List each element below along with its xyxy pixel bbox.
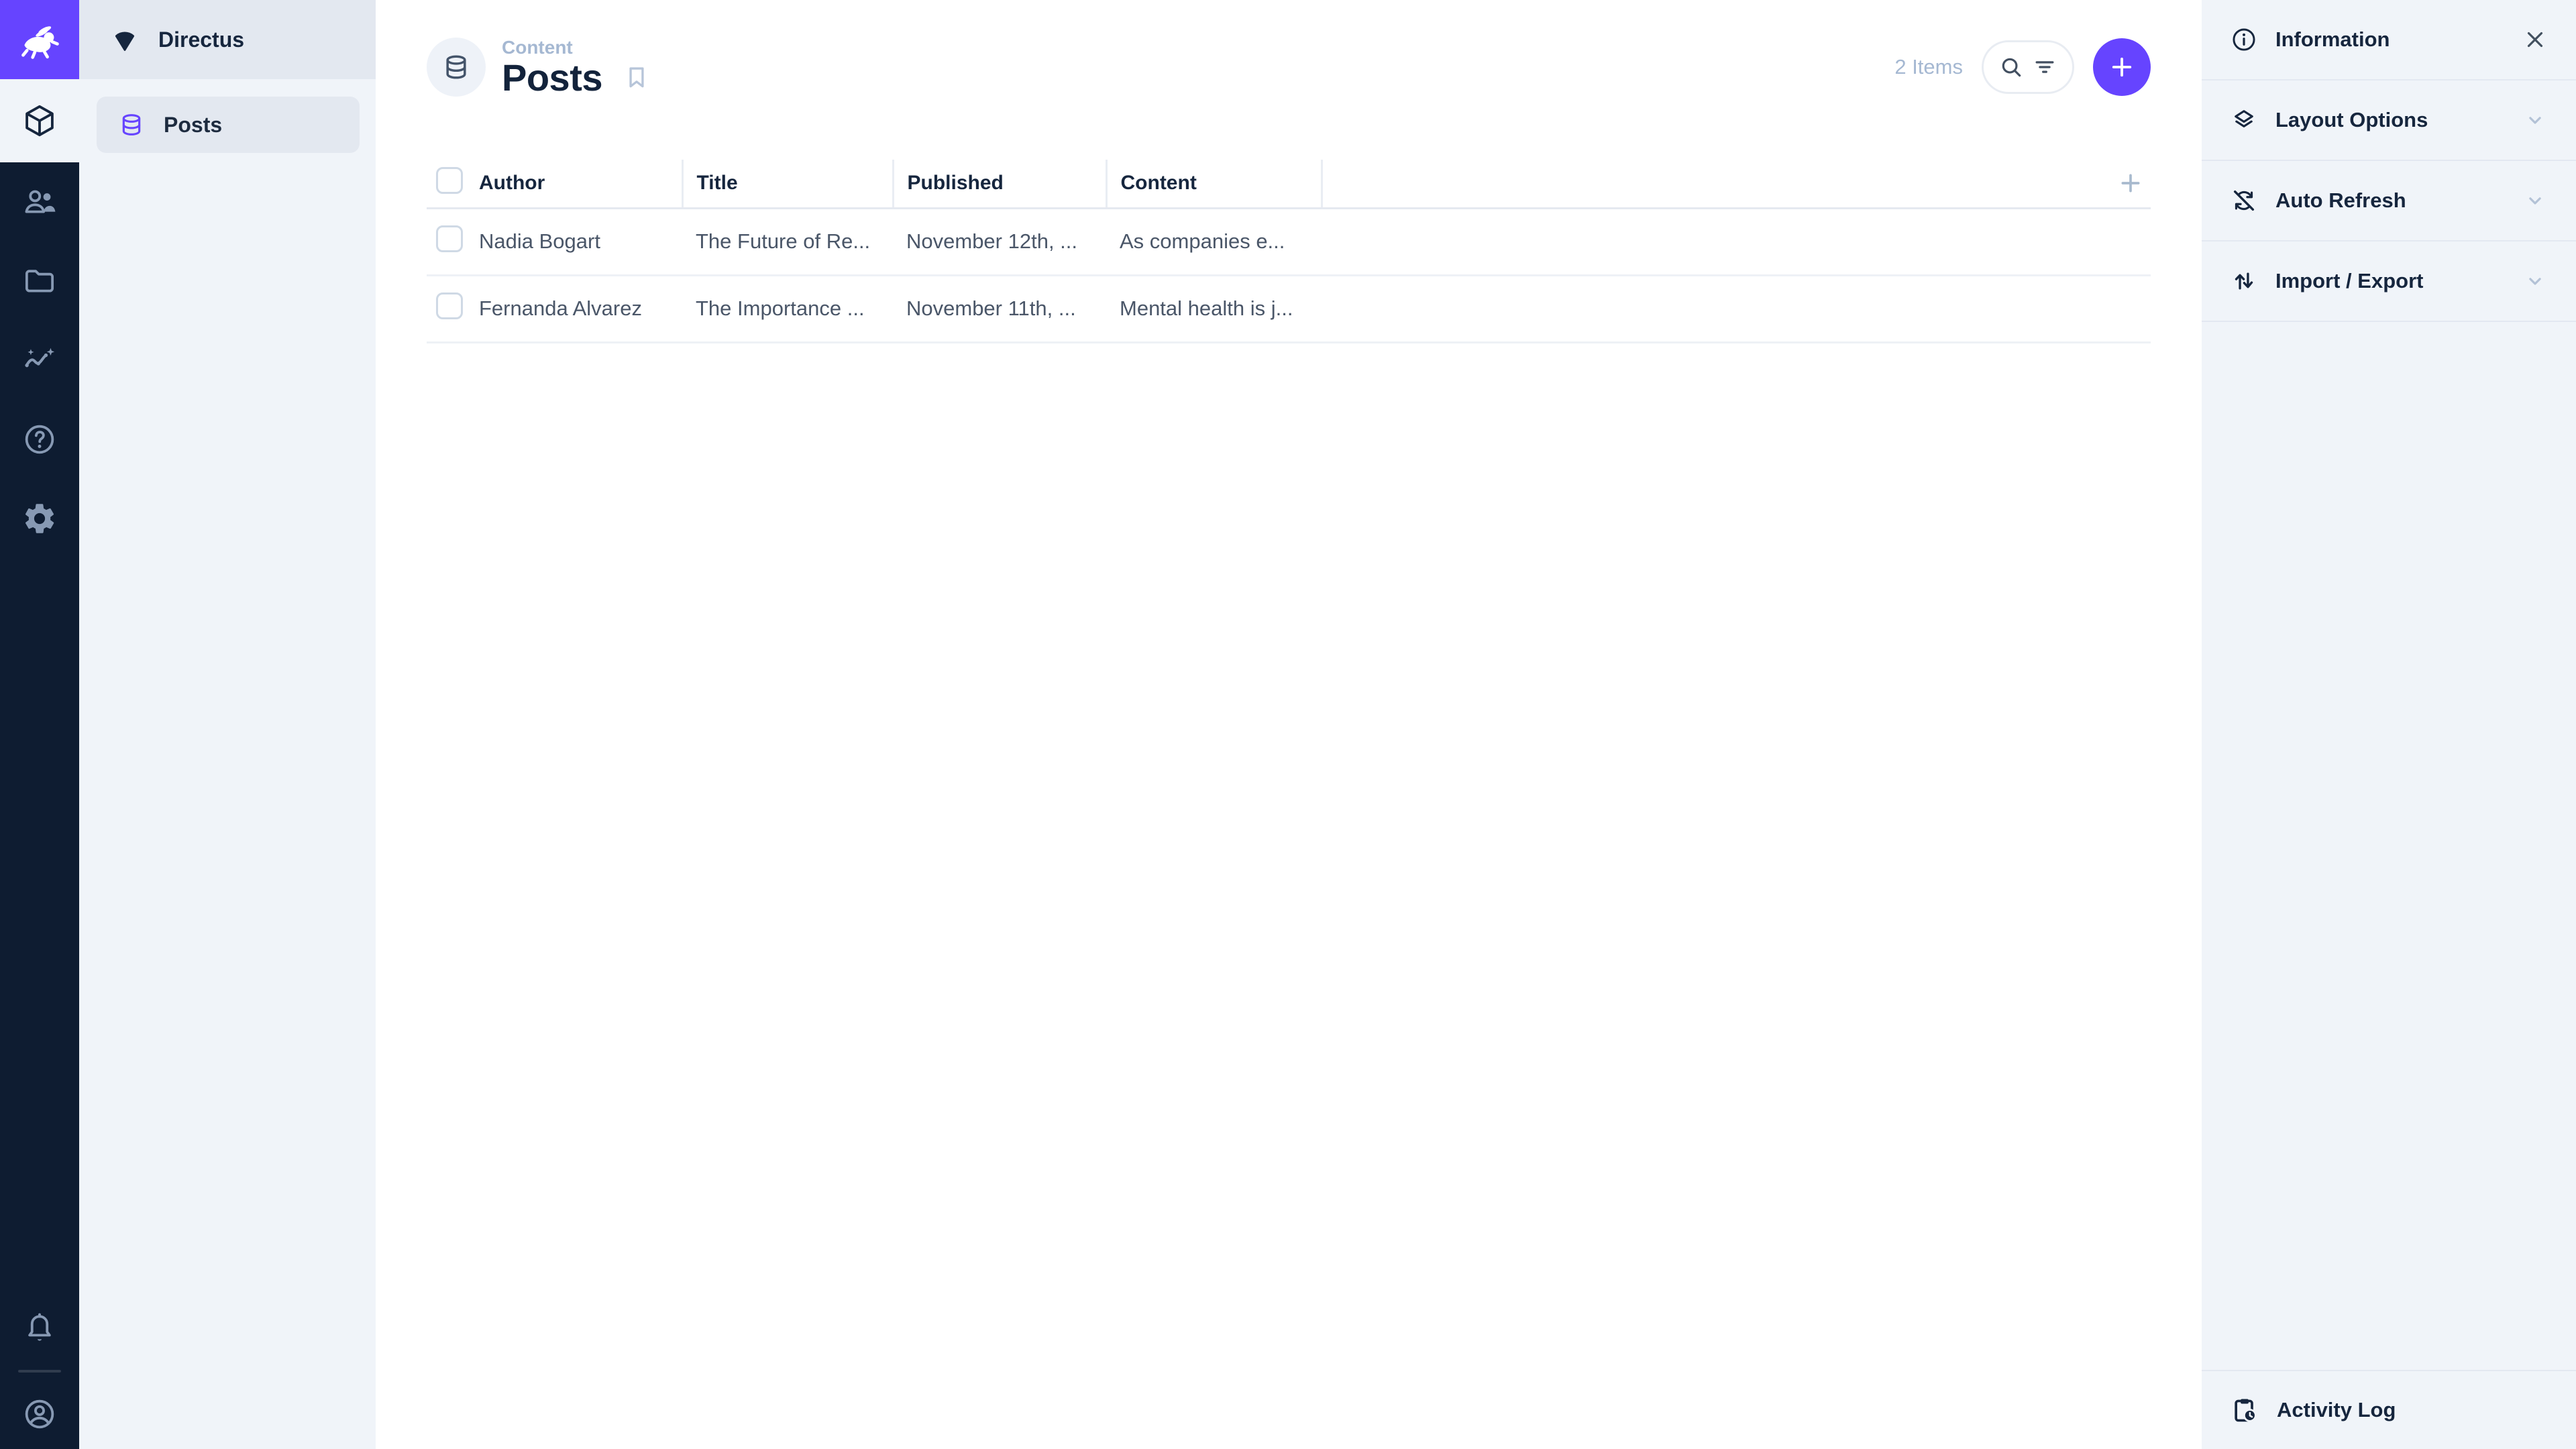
import-export-icon bbox=[2230, 267, 2258, 295]
column-header-content[interactable]: Content bbox=[1105, 160, 1322, 209]
activity-log-label: Activity Log bbox=[2277, 1398, 2396, 1421]
sidebar-section-auto-refresh[interactable]: Auto Refresh bbox=[2202, 161, 2576, 241]
chevron-down-icon bbox=[2522, 188, 2548, 213]
activity-log-button[interactable]: Activity Log bbox=[2202, 1370, 2576, 1449]
column-header-published[interactable]: Published bbox=[892, 160, 1106, 209]
help-icon bbox=[21, 421, 58, 458]
sidebar-section-import-export[interactable]: Import / Export bbox=[2202, 241, 2576, 322]
cell-author: Nadia Bogart bbox=[479, 208, 682, 276]
add-item-button[interactable] bbox=[2093, 38, 2151, 96]
close-sidebar-button[interactable] bbox=[2522, 27, 2548, 52]
nav-item-label: Posts bbox=[164, 112, 223, 137]
notifications-button[interactable] bbox=[0, 1293, 79, 1363]
cell-published: November 11th, ... bbox=[893, 275, 1106, 343]
table-row[interactable]: Fernanda Alvarez The Importance ... Novemb… bbox=[427, 275, 2151, 343]
chevron-down-icon[interactable] bbox=[2522, 268, 2548, 294]
row-checkbox[interactable] bbox=[436, 292, 463, 319]
items-table-wrap: Author Title Published Content Nadia Bog… bbox=[427, 160, 2151, 1449]
table-row[interactable]: Nadia Bogart The Future of Re... November … bbox=[427, 208, 2151, 276]
close-icon bbox=[2522, 27, 2548, 52]
column-header-title[interactable]: Title bbox=[681, 160, 893, 209]
select-all-checkbox[interactable] bbox=[436, 167, 463, 195]
project-fan-icon bbox=[110, 25, 140, 54]
people-icon bbox=[21, 184, 58, 220]
directus-app: Directus Posts Content Posts 2 Items Aut… bbox=[0, 0, 2576, 1449]
chevron-down-icon[interactable] bbox=[2522, 107, 2548, 133]
filter-icon[interactable] bbox=[2032, 54, 2057, 80]
module-content[interactable] bbox=[0, 79, 79, 162]
module-insights[interactable] bbox=[0, 321, 79, 400]
directus-logo[interactable] bbox=[0, 0, 79, 79]
cell-author: Fernanda Alvarez bbox=[479, 275, 682, 343]
database-icon bbox=[441, 52, 471, 82]
directus-rabbit-icon bbox=[19, 19, 60, 60]
sidebar-section-information[interactable]: Information bbox=[2202, 0, 2576, 80]
row-spacer-cell bbox=[1322, 208, 2151, 276]
nav-sidebar: Directus Posts bbox=[79, 0, 376, 1449]
folder-icon bbox=[21, 263, 58, 299]
module-files[interactable] bbox=[0, 241, 79, 321]
sidebar-section-layout-options[interactable]: Layout Options bbox=[2202, 80, 2576, 161]
info-sidebar: Information Layout Options Auto Refresh … bbox=[2202, 0, 2576, 1449]
activity-log-icon bbox=[2230, 1395, 2259, 1425]
gear-icon bbox=[21, 500, 58, 537]
row-checkbox-cell bbox=[427, 208, 479, 276]
cube-icon bbox=[21, 103, 58, 139]
account-button[interactable] bbox=[0, 1379, 79, 1449]
sidebar-section-label: Import / Export bbox=[2275, 269, 2424, 292]
search-icon[interactable] bbox=[1998, 54, 2024, 80]
sync-disabled-icon bbox=[2230, 186, 2258, 215]
page-header: Content Posts 2 Items bbox=[427, 36, 2151, 98]
row-spacer-cell bbox=[1322, 275, 2151, 343]
sidebar-section-label: Auto Refresh bbox=[2275, 189, 2406, 212]
chevron-down-icon bbox=[2522, 107, 2548, 133]
breadcrumb[interactable]: Content bbox=[502, 36, 602, 59]
page-title: Posts bbox=[502, 56, 603, 99]
plus-icon bbox=[2108, 53, 2136, 81]
info-icon bbox=[2230, 25, 2258, 54]
chevron-down-icon[interactable] bbox=[2522, 188, 2548, 213]
insights-icon bbox=[21, 342, 58, 378]
table-body: Nadia Bogart The Future of Re... November … bbox=[427, 208, 2151, 343]
sidebar-section-label: Information bbox=[2275, 28, 2390, 51]
account-circle-icon bbox=[21, 1396, 58, 1432]
plus-icon bbox=[2117, 170, 2144, 197]
table-header-row: Author Title Published Content bbox=[427, 160, 2151, 209]
module-docs[interactable] bbox=[0, 400, 79, 479]
cell-published: November 12th, ... bbox=[893, 208, 1106, 276]
column-header-author[interactable]: Author bbox=[479, 160, 682, 209]
bookmark-button[interactable] bbox=[623, 63, 651, 95]
add-column-button[interactable] bbox=[1320, 160, 2151, 209]
select-all-cell bbox=[427, 160, 479, 209]
cell-content: Mental health is j... bbox=[1106, 275, 1322, 343]
row-checkbox[interactable] bbox=[436, 225, 463, 252]
database-icon bbox=[118, 111, 145, 138]
cell-title: The Future of Re... bbox=[682, 208, 893, 276]
module-bar-divider bbox=[18, 1370, 61, 1373]
chevron-down-icon bbox=[2522, 268, 2548, 294]
cell-title: The Importance ... bbox=[682, 275, 893, 343]
layers-icon bbox=[2230, 106, 2258, 134]
title-block: Content Posts bbox=[502, 36, 603, 99]
project-header[interactable]: Directus bbox=[79, 0, 376, 79]
module-bar-spacer bbox=[0, 558, 79, 1293]
project-name: Directus bbox=[158, 27, 245, 52]
items-count: 2 Items bbox=[1894, 55, 1963, 78]
bookmark-icon bbox=[623, 63, 651, 91]
sidebar-section-label: Layout Options bbox=[2275, 108, 2428, 131]
row-checkbox-cell bbox=[427, 275, 479, 343]
nav-item-posts[interactable]: Posts bbox=[97, 97, 360, 153]
bell-icon bbox=[21, 1310, 58, 1346]
module-users[interactable] bbox=[0, 162, 79, 241]
main-content: Content Posts 2 Items Author Title Publi… bbox=[376, 0, 2202, 1449]
module-bar bbox=[0, 0, 79, 1449]
items-table: Author Title Published Content Nadia Bog… bbox=[427, 160, 2151, 343]
module-settings[interactable] bbox=[0, 479, 79, 558]
cell-content: As companies e... bbox=[1106, 208, 1322, 276]
search-filter-bar[interactable] bbox=[1982, 40, 2074, 94]
collection-icon-button[interactable] bbox=[427, 38, 486, 97]
